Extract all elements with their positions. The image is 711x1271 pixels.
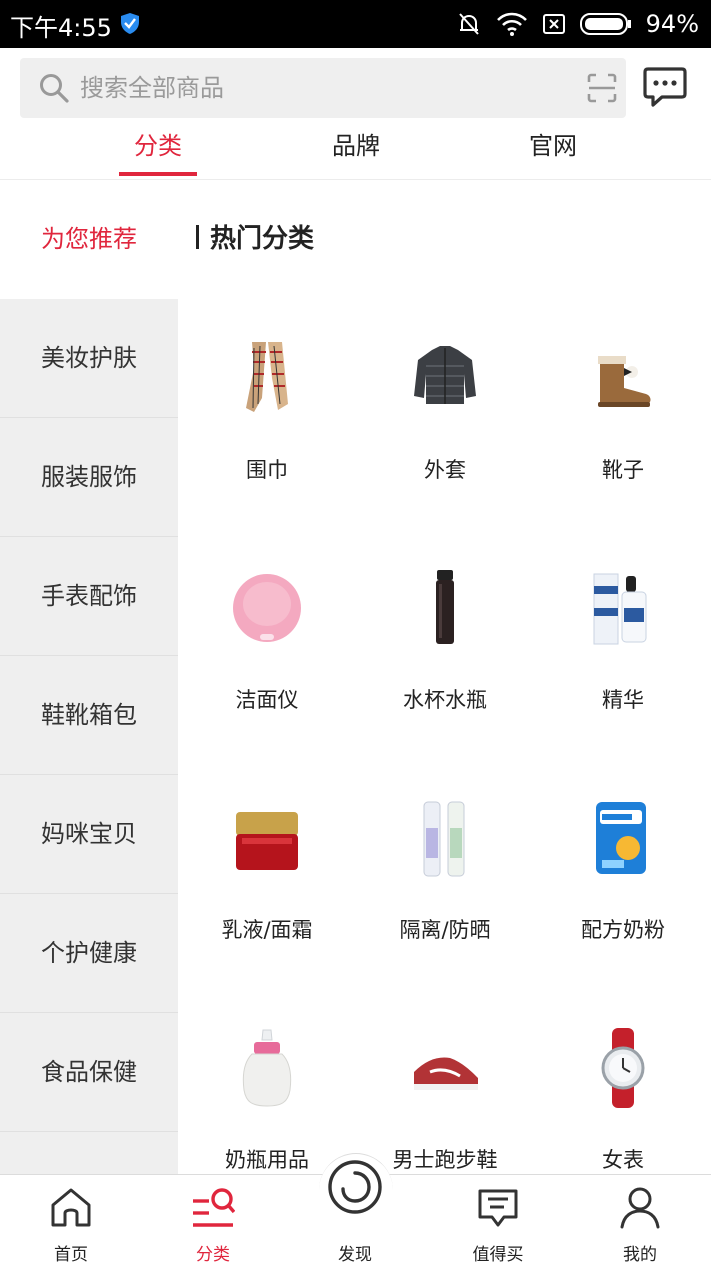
sidebar-item-shoes-bags[interactable]: 鞋靴箱包: [0, 656, 178, 775]
category-item-womens-watch[interactable]: 女表: [534, 1028, 711, 1174]
category-label: 隔离/防晒: [399, 918, 491, 942]
nav-label: 首页: [54, 1245, 88, 1265]
nav-profile[interactable]: 我的: [569, 1175, 711, 1271]
jacket-icon: [414, 346, 476, 404]
active-tab-indicator: [119, 172, 197, 176]
nav-label: 我的: [623, 1245, 657, 1265]
category-item-serum[interactable]: 精华: [534, 568, 711, 798]
nav-label: 分类: [196, 1245, 230, 1265]
wifi-icon: [496, 12, 527, 36]
category-item-sunscreen[interactable]: 隔离/防晒: [356, 798, 534, 1028]
nav-category[interactable]: 分类: [142, 1175, 284, 1271]
sidebar-item-personal-care[interactable]: 个护健康: [0, 894, 178, 1013]
sidebar-item-watches[interactable]: 手表配饰: [0, 537, 178, 656]
status-bar: 下午4:55 94%: [0, 0, 711, 48]
boot-icon: [598, 356, 651, 407]
header: 分类 品牌 官网: [0, 48, 711, 180]
watch-icon: [601, 1028, 645, 1108]
running-shoe-icon: [414, 1057, 478, 1090]
battery-icon: [579, 13, 631, 35]
category-label: 围巾: [246, 458, 288, 482]
search-bar[interactable]: [20, 58, 626, 118]
category-content: 热门分类 围巾 外套 靴子 洁面仪 水杯水瓶 精华 乳液/面霜 隔离/防晒 配方…: [178, 180, 711, 1174]
nav-label: 发现: [338, 1245, 372, 1265]
search-icon: [40, 74, 69, 103]
category-item-boots[interactable]: 靴子: [534, 338, 711, 568]
security-shield-icon: [121, 13, 139, 34]
baby-bottle-icon: [242, 1029, 292, 1107]
nav-deals[interactable]: 值得买: [427, 1175, 569, 1271]
category-label: 乳液/面霜: [221, 918, 313, 942]
category-label: 水杯水瓶: [403, 688, 487, 712]
no-sim-icon: [542, 14, 565, 34]
mute-bell-icon: [458, 13, 479, 35]
section-title: 热门分类: [210, 224, 315, 254]
face-cleanser-icon: [233, 574, 301, 642]
tab-official-site[interactable]: 官网: [493, 126, 613, 178]
category-label: 配方奶粉: [581, 918, 665, 942]
category-label: 精华: [602, 688, 644, 712]
battery-percent: 94%: [645, 10, 699, 38]
message-icon[interactable]: [642, 66, 688, 108]
sidebar-item-food-health[interactable]: 食品保健: [0, 1013, 178, 1132]
status-time: 下午4:55: [10, 14, 112, 42]
bottle-icon: [436, 570, 454, 644]
category-item-milk-powder[interactable]: 配方奶粉: [534, 798, 711, 1028]
nav-home[interactable]: 首页: [0, 1175, 142, 1271]
bottom-nav: 首页 分类 发现 值得买 我的: [0, 1153, 711, 1271]
tab-brand[interactable]: 品牌: [296, 126, 416, 178]
sunscreen-icon: [423, 801, 465, 877]
cream-jar-icon: [236, 812, 298, 870]
deal-icon: [478, 1189, 518, 1227]
nav-label: 值得买: [472, 1245, 524, 1265]
category-item-face-cleanser[interactable]: 洁面仪: [178, 568, 356, 798]
sidebar-item-beauty[interactable]: 美妆护肤: [0, 299, 178, 418]
category-item-baby-bottle[interactable]: 奶瓶用品: [178, 1028, 356, 1174]
home-icon: [51, 1188, 91, 1227]
category-label: 女表: [602, 1148, 644, 1172]
category-label: 靴子: [602, 458, 644, 482]
category-sidebar: 为您推荐 美妆护肤 服装服饰 手表配饰 鞋靴箱包 妈咪宝贝 个护健康 食品保健: [0, 180, 178, 1174]
category-item-scarf[interactable]: 围巾: [178, 338, 356, 568]
top-tabs: 分类 品牌 官网: [0, 120, 711, 178]
discover-icon: [328, 1160, 382, 1214]
category-item-water-bottle[interactable]: 水杯水瓶: [356, 568, 534, 798]
sidebar-item-apparel[interactable]: 服装服饰: [0, 418, 178, 537]
scan-icon[interactable]: [586, 72, 618, 104]
milk-powder-icon: [596, 802, 646, 874]
category-label: 外套: [424, 458, 466, 482]
scarf-icon: [246, 342, 288, 412]
sidebar-item-mom-baby[interactable]: 妈咪宝贝: [0, 775, 178, 894]
category-item-running-shoes[interactable]: 男士跑步鞋: [356, 1028, 534, 1174]
category-label: 洁面仪: [235, 688, 299, 712]
search-input[interactable]: [80, 58, 560, 118]
category-item-cream[interactable]: 乳液/面霜: [178, 798, 356, 1028]
tab-category[interactable]: 分类: [98, 126, 218, 178]
category-icon: [193, 1188, 235, 1227]
nav-discover[interactable]: 发现: [284, 1160, 426, 1271]
profile-icon: [620, 1187, 660, 1229]
serum-icon: [593, 573, 647, 645]
sidebar-item-recommended[interactable]: 为您推荐: [0, 180, 178, 299]
status-icons: 94%: [456, 8, 699, 40]
category-item-jacket[interactable]: 外套: [356, 338, 534, 568]
section-title-bar: [196, 225, 199, 249]
